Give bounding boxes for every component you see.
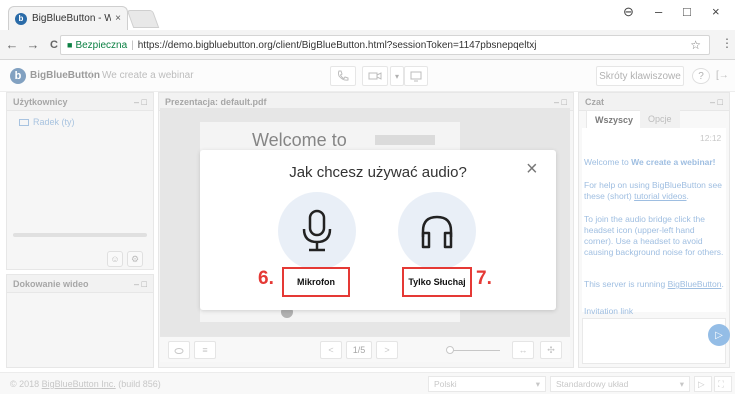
lock-icon: ■ bbox=[67, 40, 73, 50]
browser-titlebar: b BigBlueButton - We creat × ⊖ – □ × bbox=[0, 0, 735, 30]
headphones-icon bbox=[421, 215, 453, 249]
window-close-button[interactable]: × bbox=[712, 4, 720, 19]
tab-title: BigBlueButton - We creat bbox=[32, 13, 112, 24]
tab-close-icon[interactable]: × bbox=[115, 13, 121, 24]
bbb-favicon-icon: b bbox=[15, 12, 27, 25]
forward-button[interactable]: → bbox=[24, 37, 42, 52]
audio-modal: Jak chcesz używać audio? × 6. Mikrofon T… bbox=[200, 150, 556, 310]
maximize-button[interactable]: □ bbox=[683, 4, 691, 19]
audio-modal-title: Jak chcesz używać audio? bbox=[289, 164, 467, 181]
microphone-icon bbox=[302, 209, 332, 252]
back-button[interactable]: ← bbox=[3, 37, 21, 52]
minimize-button[interactable]: – bbox=[655, 4, 662, 19]
url-text: https://demo.bigbluebutton.org/client/Bi… bbox=[137, 39, 537, 51]
browser-tab[interactable]: b BigBlueButton - We creat × bbox=[8, 6, 128, 30]
new-tab-button[interactable] bbox=[126, 10, 160, 28]
modal-close-button[interactable]: × bbox=[526, 158, 538, 181]
browser-menu-icon[interactable]: ⋮ bbox=[721, 36, 733, 50]
url-separator: | bbox=[131, 39, 134, 51]
address-bar-row: ← → C ■ Bezpieczna | https://demo.bigblu… bbox=[0, 30, 735, 60]
profile-icon[interactable]: ⊖ bbox=[623, 4, 634, 20]
microphone-option[interactable] bbox=[278, 192, 356, 270]
listen-only-button[interactable]: Tylko Słuchaj bbox=[402, 267, 472, 297]
step-7-annotation: 7. bbox=[476, 268, 492, 289]
step-6-annotation: 6. bbox=[258, 268, 274, 289]
listen-only-option[interactable] bbox=[398, 192, 476, 270]
bookmark-star-icon[interactable]: ☆ bbox=[690, 38, 701, 52]
url-input[interactable]: ■ Bezpieczna | https://demo.bigbluebutto… bbox=[60, 35, 710, 55]
microphone-button[interactable]: Mikrofon bbox=[282, 267, 350, 297]
secure-label: Bezpieczna bbox=[75, 39, 128, 51]
